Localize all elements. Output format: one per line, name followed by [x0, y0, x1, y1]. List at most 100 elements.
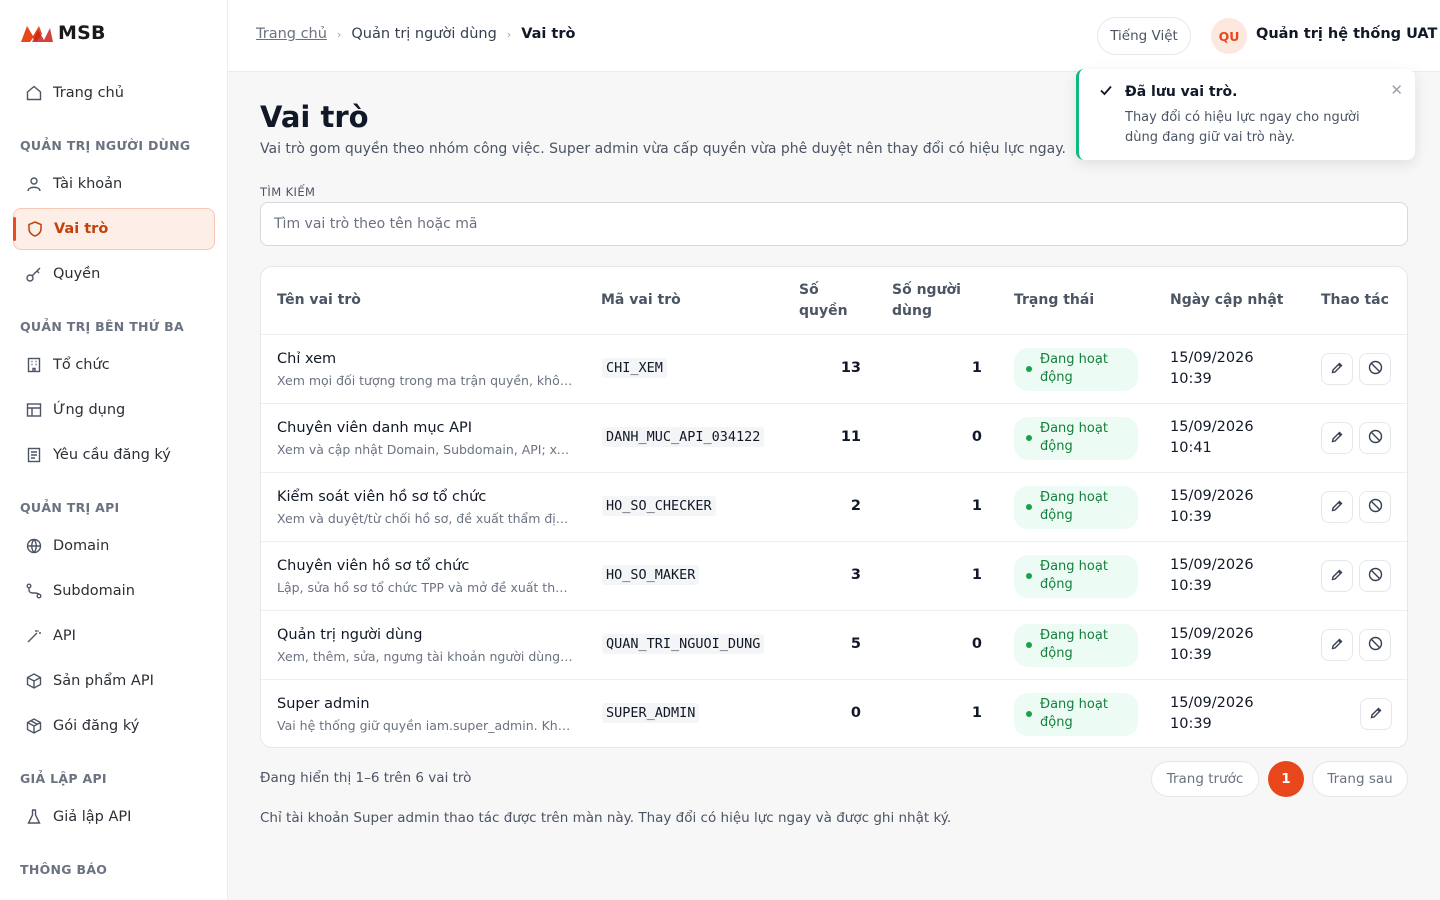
- role-description: Xem mọi đối tượng trong ma trận quyền, k…: [277, 373, 573, 388]
- disable-button[interactable]: [1359, 422, 1391, 454]
- avatar[interactable]: QU: [1211, 18, 1247, 54]
- sidebar-item-roles[interactable]: Vai trò: [13, 208, 215, 250]
- role-name: Chuyên viên hồ sơ tổ chức: [277, 558, 470, 574]
- pencil-icon: [1369, 705, 1383, 724]
- disable-button[interactable]: [1359, 353, 1391, 385]
- sidebar-item-api[interactable]: API: [13, 615, 215, 657]
- breadcrumb-home-link[interactable]: Trang chủ: [256, 26, 327, 42]
- user-count: 1: [971, 498, 982, 514]
- role-code: SUPER_ADMIN: [602, 703, 700, 723]
- disable-button[interactable]: [1359, 560, 1391, 592]
- ban-icon: [1368, 636, 1383, 655]
- user-name[interactable]: Quản trị hệ thống UAT: [1256, 26, 1437, 42]
- table-row[interactable]: Kiểm soát viên hồ sơ tổ chức Xem và duyệt…: [261, 473, 1407, 542]
- role-description: Xem, thêm, sửa, ngưng tài khoản người dù…: [277, 649, 573, 664]
- status-badge: Đang hoạt động: [1014, 555, 1138, 598]
- disable-button[interactable]: [1359, 629, 1391, 661]
- permission-count: 11: [840, 429, 861, 445]
- sidebar-item-subscription-plans[interactable]: Gói đăng ký: [13, 705, 215, 747]
- sidebar-item-home[interactable]: Trang chủ: [13, 72, 215, 114]
- wand-icon: [25, 627, 43, 645]
- status-badge: Đang hoạt động: [1014, 486, 1138, 529]
- sidebar: MSB Trang chủ QUẢN TRỊ NGƯỜI DÙNG Tài kh…: [0, 0, 228, 900]
- flask-icon: [25, 808, 43, 826]
- updated-time: 10:39: [1170, 578, 1212, 594]
- sidebar-item-applications[interactable]: Ứng dụng: [13, 389, 215, 431]
- sidebar-item-registration-requests[interactable]: Yêu cầu đăng ký: [13, 434, 215, 476]
- ban-icon: [1368, 567, 1383, 586]
- column-header-users: Số người dùng: [892, 281, 961, 319]
- sidebar-section-title: GIẢ LẬP API: [20, 771, 107, 786]
- edit-button[interactable]: [1321, 560, 1353, 592]
- updated-date: 15/09/2026: [1170, 419, 1254, 435]
- pencil-icon: [1330, 429, 1344, 448]
- previous-page-button[interactable]: Trang trước: [1151, 761, 1259, 797]
- disable-button[interactable]: [1359, 491, 1391, 523]
- search-input[interactable]: [260, 202, 1408, 246]
- role-description: Xem và duyệt/từ chối hồ sơ, đề xuất thẩm…: [277, 511, 573, 526]
- sidebar-section-title: QUẢN TRỊ API: [20, 500, 120, 515]
- permission-count: 5: [850, 636, 861, 652]
- page-title: Vai trò: [260, 100, 369, 134]
- sidebar-item-label: Ứng dụng: [53, 402, 126, 418]
- edit-button[interactable]: [1321, 353, 1353, 385]
- edit-button[interactable]: [1321, 422, 1353, 454]
- edit-button[interactable]: [1321, 491, 1353, 523]
- success-toast: Đã lưu vai trò. Thay đổi có hiệu lực nga…: [1076, 69, 1415, 160]
- table-row[interactable]: Super admin Vai hệ thống giữ quyền iam.su…: [261, 680, 1407, 747]
- updated-time: 10:39: [1170, 509, 1212, 525]
- brand-logo[interactable]: MSB: [20, 22, 106, 44]
- updated-at: 15/09/2026 10:39: [1170, 486, 1254, 528]
- breadcrumb: Trang chủ › Quản trị người dùng › Vai tr…: [256, 26, 575, 42]
- sidebar-section-title: QUẢN TRỊ NGƯỜI DÙNG: [20, 138, 191, 153]
- role-description: Vai hệ thống giữ quyền iam.super_admin. …: [277, 718, 573, 733]
- sidebar-item-api-mock[interactable]: Giả lập API: [13, 796, 215, 838]
- sidebar-item-permissions[interactable]: Quyền: [13, 253, 215, 295]
- sidebar-item-label: Gói đăng ký: [53, 718, 140, 734]
- msb-logo-icon: [21, 26, 53, 42]
- language-button[interactable]: Tiếng Việt: [1097, 17, 1191, 55]
- chevron-right-icon: ›: [506, 27, 512, 41]
- box-icon: [25, 672, 43, 690]
- updated-date: 15/09/2026: [1170, 695, 1254, 711]
- page-number-button[interactable]: 1: [1268, 761, 1304, 797]
- sidebar-item-domain[interactable]: Domain: [13, 525, 215, 567]
- breadcrumb-current: Vai trò: [521, 26, 576, 42]
- role-description: Xem và cập nhật Domain, Subdomain, API; …: [277, 442, 573, 457]
- sidebar-item-label: Subdomain: [53, 583, 135, 599]
- edit-button[interactable]: [1321, 629, 1353, 661]
- edit-button[interactable]: [1360, 698, 1392, 730]
- table-row[interactable]: Chuyên viên danh mục API Xem và cập nhật …: [261, 404, 1407, 473]
- sidebar-section-title: THÔNG BÁO: [20, 862, 108, 877]
- key-icon: [25, 265, 43, 283]
- user-count: 1: [971, 705, 982, 721]
- status-badge: Đang hoạt động: [1014, 417, 1138, 460]
- globe-icon: [25, 537, 43, 555]
- role-name: Chuyên viên danh mục API: [277, 420, 473, 436]
- chevron-right-icon: ›: [336, 27, 342, 41]
- sidebar-item-label: Domain: [53, 538, 110, 554]
- sidebar-item-api-products[interactable]: Sản phẩm API: [13, 660, 215, 702]
- check-icon: [1099, 83, 1113, 101]
- permission-count: 2: [850, 498, 861, 514]
- sidebar-item-organizations[interactable]: Tổ chức: [13, 344, 215, 386]
- user-icon: [25, 175, 43, 193]
- close-icon[interactable]: ✕: [1390, 81, 1403, 99]
- column-header-code: Mã vai trò: [601, 292, 681, 308]
- next-page-button[interactable]: Trang sau: [1312, 761, 1408, 797]
- updated-date: 15/09/2026: [1170, 488, 1254, 504]
- route-icon: [25, 582, 43, 600]
- user-count: 1: [971, 567, 982, 583]
- role-name: Chỉ xem: [277, 351, 337, 367]
- home-icon: [25, 84, 43, 102]
- role-code: DANH_MUC_API_034122: [602, 427, 765, 447]
- role-description: Lập, sửa hồ sơ tổ chức TPP và mở đề xuất…: [277, 580, 573, 595]
- package-icon: [25, 717, 43, 735]
- toast-message: Thay đổi có hiệu lực ngay cho người dùng…: [1125, 110, 1360, 145]
- table-row[interactable]: Chỉ xem Xem mọi đối tượng trong ma trận q…: [261, 335, 1407, 404]
- sidebar-item-accounts[interactable]: Tài khoản: [13, 163, 215, 205]
- table-row[interactable]: Quản trị người dùng Xem, thêm, sửa, ngưng…: [261, 611, 1407, 680]
- table-row[interactable]: Chuyên viên hồ sơ tổ chức Lập, sửa hồ sơ …: [261, 542, 1407, 611]
- breadcrumb-user-admin[interactable]: Quản trị người dùng: [351, 26, 496, 42]
- sidebar-item-subdomain[interactable]: Subdomain: [13, 570, 215, 612]
